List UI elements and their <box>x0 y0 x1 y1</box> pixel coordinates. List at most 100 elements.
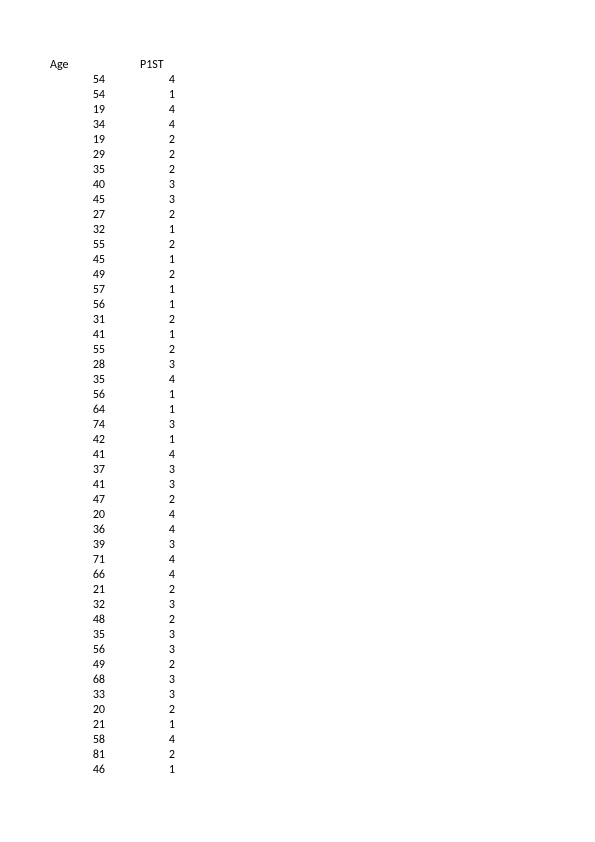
cell-p1st: 4 <box>105 73 175 88</box>
cell-p1st: 2 <box>105 703 175 718</box>
cell-age: 36 <box>50 523 105 538</box>
cell-p1st: 4 <box>105 733 175 748</box>
cell-p1st: 1 <box>105 328 175 343</box>
cell-age: 48 <box>50 613 105 628</box>
table-row: 353 <box>50 628 595 643</box>
cell-age: 21 <box>50 583 105 598</box>
table-row: 421 <box>50 433 595 448</box>
table-row: 272 <box>50 208 595 223</box>
table-row: 333 <box>50 688 595 703</box>
table-row: 561 <box>50 388 595 403</box>
cell-age: 41 <box>50 328 105 343</box>
table-row: 292 <box>50 148 595 163</box>
table-row: 352 <box>50 163 595 178</box>
table-row: 541 <box>50 88 595 103</box>
cell-p1st: 2 <box>105 658 175 673</box>
cell-age: 20 <box>50 703 105 718</box>
cell-p1st: 1 <box>105 88 175 103</box>
cell-age: 45 <box>50 253 105 268</box>
cell-age: 37 <box>50 463 105 478</box>
table-row: 482 <box>50 613 595 628</box>
cell-age: 56 <box>50 388 105 403</box>
cell-age: 57 <box>50 283 105 298</box>
cell-age: 49 <box>50 268 105 283</box>
table-row: 664 <box>50 568 595 583</box>
cell-p1st: 1 <box>105 433 175 448</box>
header-p1st: P1ST <box>105 58 175 73</box>
cell-age: 64 <box>50 403 105 418</box>
table-row: 192 <box>50 133 595 148</box>
cell-age: 33 <box>50 688 105 703</box>
cell-p1st: 2 <box>105 343 175 358</box>
cell-p1st: 4 <box>105 118 175 133</box>
table-row: 561 <box>50 298 595 313</box>
table-row: 204 <box>50 508 595 523</box>
table-row: 403 <box>50 178 595 193</box>
table-row: 373 <box>50 463 595 478</box>
cell-p1st: 4 <box>105 523 175 538</box>
cell-p1st: 2 <box>105 208 175 223</box>
cell-age: 32 <box>50 598 105 613</box>
table-row: 202 <box>50 703 595 718</box>
table-row: 544 <box>50 73 595 88</box>
cell-p1st: 2 <box>105 613 175 628</box>
table-row: 743 <box>50 418 595 433</box>
cell-p1st: 2 <box>105 238 175 253</box>
cell-age: 55 <box>50 238 105 253</box>
cell-p1st: 1 <box>105 298 175 313</box>
cell-p1st: 2 <box>105 163 175 178</box>
cell-age: 47 <box>50 493 105 508</box>
table-row: 492 <box>50 268 595 283</box>
cell-p1st: 4 <box>105 448 175 463</box>
table-header-row: Age P1ST <box>50 58 595 73</box>
cell-p1st: 3 <box>105 358 175 373</box>
cell-age: 34 <box>50 118 105 133</box>
cell-p1st: 2 <box>105 133 175 148</box>
cell-age: 42 <box>50 433 105 448</box>
cell-p1st: 2 <box>105 268 175 283</box>
table-row: 413 <box>50 478 595 493</box>
cell-p1st: 1 <box>105 283 175 298</box>
cell-age: 19 <box>50 133 105 148</box>
table-row: 492 <box>50 658 595 673</box>
cell-p1st: 4 <box>105 508 175 523</box>
cell-age: 32 <box>50 223 105 238</box>
table-row: 364 <box>50 523 595 538</box>
cell-age: 27 <box>50 208 105 223</box>
cell-p1st: 4 <box>105 103 175 118</box>
table-row: 312 <box>50 313 595 328</box>
table-row: 354 <box>50 373 595 388</box>
cell-age: 49 <box>50 658 105 673</box>
table-row: 552 <box>50 238 595 253</box>
cell-p1st: 3 <box>105 193 175 208</box>
cell-p1st: 1 <box>105 253 175 268</box>
table-row: 571 <box>50 283 595 298</box>
table-row: 472 <box>50 493 595 508</box>
cell-p1st: 2 <box>105 493 175 508</box>
cell-age: 29 <box>50 148 105 163</box>
table-row: 414 <box>50 448 595 463</box>
cell-p1st: 1 <box>105 763 175 778</box>
cell-p1st: 1 <box>105 718 175 733</box>
cell-p1st: 3 <box>105 178 175 193</box>
document-page: Age P1ST 5445411943441922923524034532723… <box>0 0 595 842</box>
table-row: 393 <box>50 538 595 553</box>
table-row: 584 <box>50 733 595 748</box>
header-age: Age <box>50 58 105 73</box>
cell-age: 74 <box>50 418 105 433</box>
table-row: 321 <box>50 223 595 238</box>
cell-age: 68 <box>50 673 105 688</box>
table-row: 714 <box>50 553 595 568</box>
cell-age: 56 <box>50 643 105 658</box>
cell-age: 58 <box>50 733 105 748</box>
cell-age: 35 <box>50 373 105 388</box>
cell-age: 21 <box>50 718 105 733</box>
cell-age: 39 <box>50 538 105 553</box>
table-row: 212 <box>50 583 595 598</box>
table-row: 344 <box>50 118 595 133</box>
cell-p1st: 2 <box>105 583 175 598</box>
cell-age: 54 <box>50 88 105 103</box>
cell-p1st: 4 <box>105 373 175 388</box>
cell-p1st: 3 <box>105 673 175 688</box>
cell-age: 35 <box>50 163 105 178</box>
